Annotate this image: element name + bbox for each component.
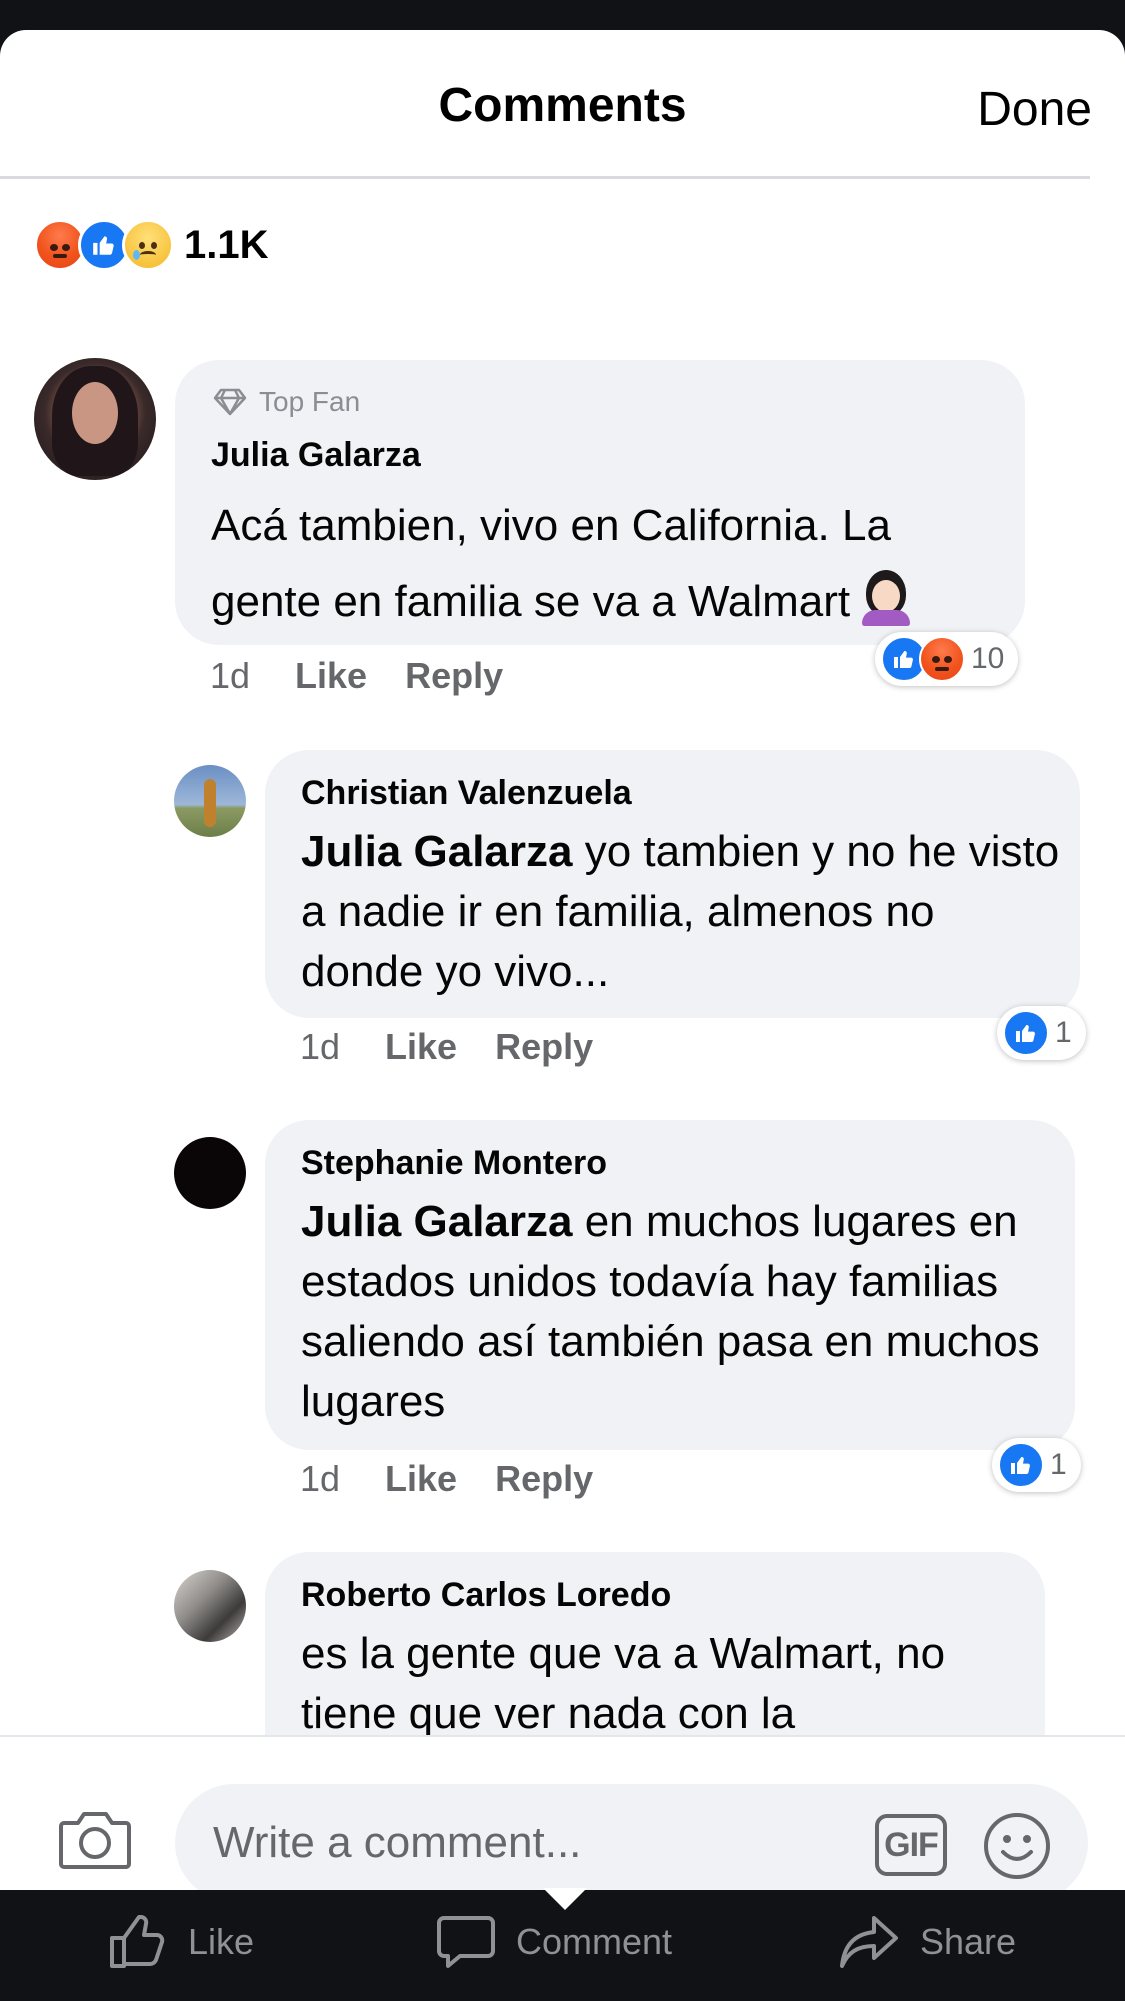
comment-actions: 1d Like Reply [300,1458,593,1500]
facepalm-emoji-icon [858,570,914,626]
reaction-count: 1 [1050,1448,1067,1481]
tab-like-label: Like [188,1921,255,1962]
comment-time: 1d [300,1026,341,1067]
avatar[interactable] [174,1570,246,1642]
reaction-count: 1.1K [184,222,269,267]
comment-input[interactable]: Write a comment... GIF [175,1784,1088,1890]
comment-author[interactable]: Christian Valenzuela [301,774,632,813]
tab-comment-label: Comment [516,1921,673,1962]
comment-author[interactable]: Roberto Carlos Loredo [301,1576,671,1615]
share-arrow-icon [840,1916,898,1968]
reaction-count: 10 [971,642,1005,675]
comment-bubble[interactable]: Top Fan Julia Galarza Acá tambien, vivo … [175,360,1025,645]
sad-reaction-icon [122,219,174,271]
comment-reactions[interactable]: 1 [992,1438,1081,1492]
comment-composer: Write a comment... GIF [0,1735,1125,1890]
header-divider [0,176,1090,179]
top-fan-label: Top Fan [259,386,361,417]
reaction-summary[interactable]: 1.1K [34,218,269,272]
comment-actions: 1d Like Reply [210,655,503,697]
like-button[interactable]: Like [385,1458,457,1500]
comment-text: es la gente que va a Walmart, no tiene q… [301,1629,946,1738]
comment-text: Acá tambien, vivo en California. La gent… [211,488,1001,640]
top-fan-badge: Top Fan [213,386,360,418]
diamond-icon [213,388,247,416]
reply-button[interactable]: Reply [495,1458,593,1500]
tab-share-label: Share [920,1921,1017,1962]
emoji-icon[interactable] [983,1812,1051,1880]
page-title: Comments [438,79,687,132]
tab-comment[interactable]: Comment [436,1914,672,1970]
comment-author[interactable]: Julia Galarza [211,436,421,475]
comment-time: 1d [210,655,251,696]
comment-bubble[interactable]: Stephanie Montero Julia Galarza en mucho… [265,1120,1075,1450]
comment-author[interactable]: Stephanie Montero [301,1144,607,1183]
reply-button[interactable]: Reply [495,1026,593,1068]
comment-text: Julia Galarza yo tambien y no he visto a… [301,827,1060,996]
comment-actions: 1d Like Reply [300,1026,593,1068]
reaction-count: 1 [1055,1016,1072,1049]
comments-sheet: Comments Done 1.1K Top Fan Julia Galarza… [0,30,1125,1890]
thumbs-up-icon [110,1915,165,1968]
like-button[interactable]: Like [295,655,367,697]
avatar[interactable] [174,765,246,837]
like-button[interactable]: Like [385,1026,457,1068]
comment-bubble[interactable]: Christian Valenzuela Julia Galarza yo ta… [265,750,1080,1018]
mention-link[interactable]: Julia Galarza [301,1197,572,1246]
comment-input-placeholder: Write a comment... [213,1818,582,1867]
camera-icon[interactable] [58,1809,132,1871]
tab-like[interactable]: Like [108,1914,254,1970]
mention-link[interactable]: Julia Galarza [301,827,572,876]
avatar[interactable] [34,358,156,480]
like-reaction-icon [998,1442,1044,1488]
comment-bubble-icon [437,1916,495,1968]
done-button[interactable]: Done [977,82,1092,137]
gif-button[interactable]: GIF [875,1814,947,1876]
angry-reaction-icon [919,636,965,682]
like-reaction-icon [1003,1010,1049,1056]
comment-reactions[interactable]: 1 [997,1006,1086,1060]
comment-text: Julia Galarza en muchos lugares en estad… [301,1197,1040,1426]
reply-button[interactable]: Reply [405,655,503,697]
avatar[interactable] [174,1137,246,1209]
comment-reactions[interactable]: 10 [875,632,1019,686]
comment-time: 1d [300,1458,341,1499]
active-tab-indicator [543,1888,587,1910]
sheet-header: Comments Done [0,30,1125,180]
tab-share[interactable]: Share [838,1914,1016,1970]
post-action-bar: Like Comment Share [0,1888,1125,2001]
